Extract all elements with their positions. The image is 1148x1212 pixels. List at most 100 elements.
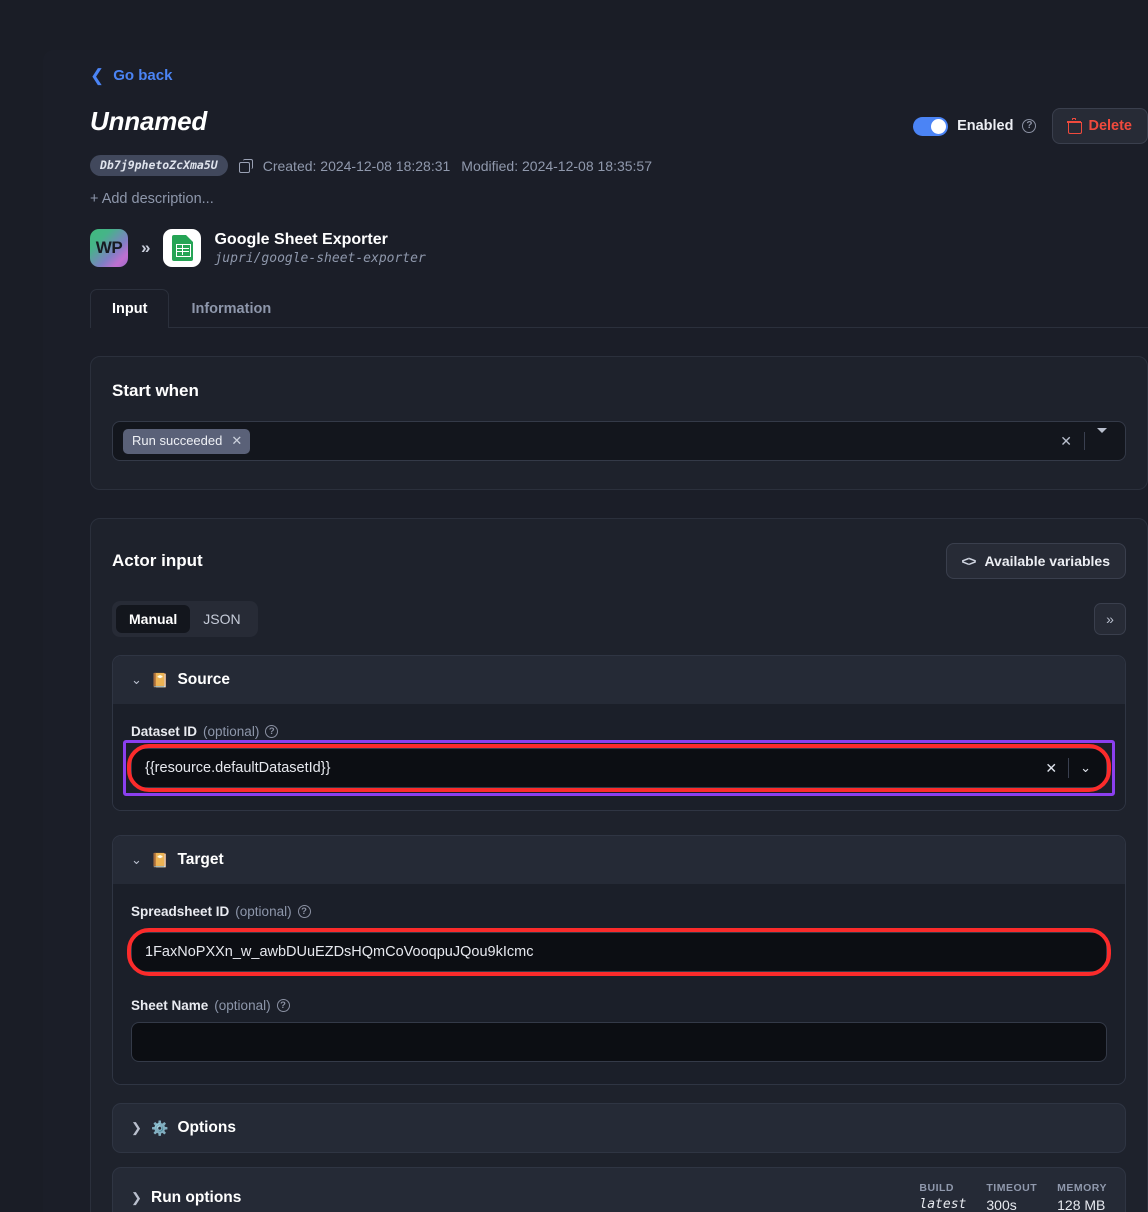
copy-icon[interactable] (239, 159, 252, 172)
dataset-id-input[interactable]: {{resource.defaultDatasetId}} ✕ ⌄ (131, 748, 1107, 788)
start-when-title: Start when (112, 381, 1126, 401)
modified-timestamp: Modified: 2024-12-08 18:35:57 (461, 158, 652, 174)
gear-icon: ⚙️ (151, 1120, 168, 1137)
actor-input-header: Actor input < > Available variables (112, 543, 1126, 579)
available-variables-button[interactable]: < > Available variables (946, 543, 1126, 579)
code-brackets-icon: < > (962, 554, 976, 569)
run-meta-timeout: TIMEOUT 300s (986, 1182, 1037, 1212)
chevron-right-icon: ❯ (131, 1120, 142, 1136)
run-options-meta: BUILD latest TIMEOUT 300s MEMORY 128 MB (919, 1182, 1107, 1212)
chevron-down-icon[interactable]: ⌄ (1071, 758, 1100, 778)
delete-label: Delete (1088, 118, 1132, 134)
spreadsheet-id-value: 1FaxNoPXXn_w_awbDUuEZDsHQmCoVooqpuJQou9k… (145, 944, 1100, 960)
run-meta-build: BUILD latest (919, 1182, 966, 1212)
clear-icon[interactable]: ✕ (1036, 757, 1066, 780)
source-app-icon: WP (90, 229, 128, 267)
mode-manual[interactable]: Manual (116, 605, 190, 633)
enabled-toggle[interactable] (913, 117, 948, 136)
help-icon[interactable]: ? (265, 725, 278, 738)
chevron-right-icon: ❯ (131, 1190, 142, 1206)
delete-button[interactable]: Delete (1052, 108, 1148, 144)
meta-row: Db7j9phetoZcXma5U Created: 2024-12-08 18… (90, 155, 1148, 176)
trigger-tag[interactable]: Run succeeded ✕ (123, 429, 250, 454)
spreadsheet-id-highlight-red: 1FaxNoPXXn_w_awbDUuEZDsHQmCoVooqpuJQou9k… (131, 932, 1107, 972)
help-icon[interactable]: ? (1022, 119, 1036, 133)
title-row: Unnamed Enabled ? Delete (90, 106, 1148, 144)
section-target-header[interactable]: ⌄ 📔 Target (113, 836, 1125, 884)
run-options-header[interactable]: ❯ Run options BUILD latest TIMEOUT 300s (112, 1167, 1126, 1212)
trash-icon (1068, 119, 1080, 133)
sheet-name-optional: (optional) (214, 998, 270, 1013)
spreadsheet-id-label-text: Spreadsheet ID (131, 904, 229, 919)
created-timestamp: Created: 2024-12-08 18:28:31 (263, 158, 451, 174)
page-panel: ❮ Go back Unnamed Enabled ? Delete Db7j9… (43, 50, 1148, 1212)
section-target: ⌄ 📔 Target Spreadsheet ID (optional) ? 1… (112, 835, 1126, 1085)
tab-information[interactable]: Information (169, 289, 293, 327)
section-source-header[interactable]: ⌄ 📔 Source (113, 656, 1125, 704)
chevron-down-icon[interactable] (1089, 429, 1115, 453)
start-when-select[interactable]: Run succeeded ✕ ✕ (112, 421, 1126, 461)
tab-input[interactable]: Input (90, 289, 169, 328)
expand-editor-button[interactable]: » (1094, 603, 1126, 635)
section-source-title: Source (177, 671, 230, 689)
trigger-tag-label: Run succeeded (132, 433, 222, 448)
actor-slug: jupri/google-sheet-exporter (214, 251, 425, 266)
actor-names: Google Sheet Exporter jupri/google-sheet… (214, 231, 425, 266)
enabled-toggle-group[interactable]: Enabled ? (913, 117, 1036, 136)
dataset-id-highlight-red: {{resource.defaultDatasetId}} ✕ ⌄ (131, 748, 1107, 788)
section-options-header[interactable]: ❯ ⚙️ Options (112, 1103, 1126, 1153)
start-when-card: Start when Run succeeded ✕ ✕ (90, 356, 1148, 490)
help-icon[interactable]: ? (298, 905, 311, 918)
dataset-id-label: Dataset ID (optional) ? (131, 724, 1107, 739)
clear-select-icon[interactable]: ✕ (1052, 429, 1080, 454)
run-options-title: Run options (151, 1189, 241, 1207)
enabled-label: Enabled (957, 118, 1013, 134)
chevron-down-icon: ⌄ (131, 672, 142, 688)
section-source: ⌄ 📔 Source Dataset ID (optional) ? (112, 655, 1126, 811)
spreadsheet-id-optional: (optional) (235, 904, 291, 919)
header-controls: Enabled ? Delete (913, 108, 1148, 144)
actor-name: Google Sheet Exporter (214, 231, 425, 249)
actor-input-title: Actor input (112, 551, 203, 571)
run-meta-timeout-key: TIMEOUT (986, 1182, 1037, 1194)
run-meta-memory-key: MEMORY (1057, 1182, 1107, 1194)
section-source-body: Dataset ID (optional) ? {{resource.defau… (113, 704, 1125, 810)
run-meta-memory: MEMORY 128 MB (1057, 1182, 1107, 1212)
run-meta-build-key: BUILD (919, 1182, 954, 1194)
go-back-label: Go back (113, 67, 172, 84)
divider (1068, 758, 1069, 778)
run-meta-memory-value: 128 MB (1057, 1197, 1105, 1212)
double-chevron-right-icon: » (141, 238, 150, 258)
sheet-name-label-text: Sheet Name (131, 998, 208, 1013)
dataset-id-label-text: Dataset ID (131, 724, 197, 739)
help-icon[interactable]: ? (277, 999, 290, 1012)
tab-bar: Input Information (90, 289, 1148, 328)
section-target-title: Target (177, 851, 223, 869)
spreadsheet-id-input[interactable]: 1FaxNoPXXn_w_awbDUuEZDsHQmCoVooqpuJQou9k… (131, 932, 1107, 972)
chevron-left-icon: ❮ (90, 67, 104, 84)
dataset-id-highlight-purple: {{resource.defaultDatasetId}} ✕ ⌄ (131, 748, 1107, 788)
page-title: Unnamed (90, 106, 207, 137)
go-back-link[interactable]: ❮ Go back (90, 67, 172, 84)
run-meta-timeout-value: 300s (986, 1197, 1016, 1212)
actor-row: WP » Google Sheet Exporter jupri/google-… (90, 229, 1148, 267)
input-mode-row: Manual JSON » (112, 601, 1126, 637)
sheet-name-input[interactable] (131, 1022, 1107, 1062)
section-target-body: Spreadsheet ID (optional) ? 1FaxNoPXXn_w… (113, 884, 1125, 1084)
spreadsheet-id-label: Spreadsheet ID (optional) ? (131, 904, 1107, 919)
sheet-name-label: Sheet Name (optional) ? (131, 998, 1107, 1013)
run-meta-build-value: latest (919, 1197, 966, 1212)
divider (1084, 432, 1085, 450)
folder-icon: 📔 (151, 672, 168, 689)
source-app-badge-label: WP (96, 238, 122, 258)
section-options-title: Options (177, 1119, 236, 1137)
chevron-down-icon: ⌄ (131, 852, 142, 868)
available-variables-label: Available variables (984, 553, 1110, 569)
dataset-id-value: {{resource.defaultDatasetId}} (145, 760, 1036, 776)
close-icon[interactable]: ✕ (231, 433, 242, 449)
mode-json[interactable]: JSON (190, 605, 253, 633)
id-badge: Db7j9phetoZcXma5U (90, 155, 228, 176)
add-description-link[interactable]: + Add description... (90, 191, 214, 207)
folder-icon: 📔 (151, 852, 168, 869)
actor-input-card: Actor input < > Available variables Manu… (90, 518, 1148, 1212)
